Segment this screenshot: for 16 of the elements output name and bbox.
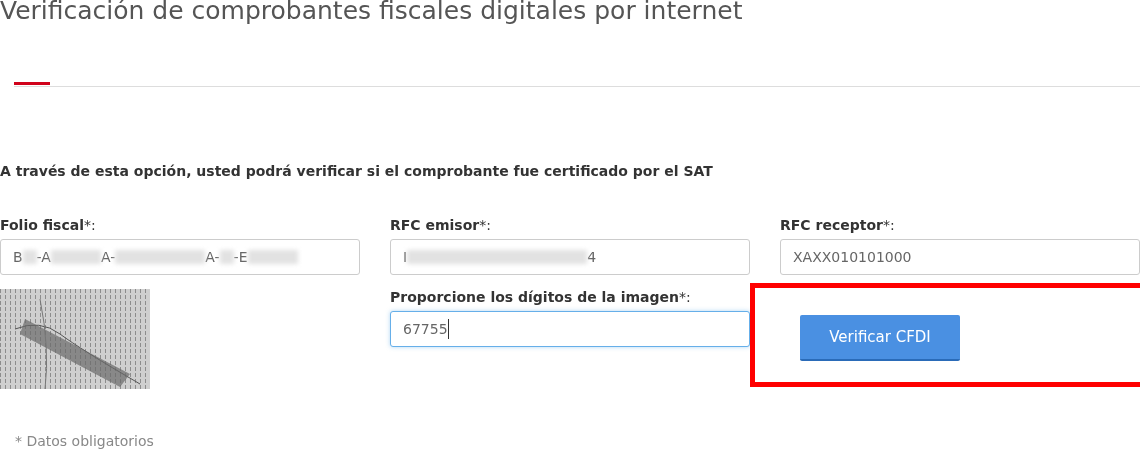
required-note: * Datos obligatorios: [15, 433, 154, 449]
field-label: Proporcione los dígitos de la imagen*:: [390, 289, 692, 305]
verify-button[interactable]: Verificar CFDI: [800, 315, 960, 361]
redacted-blur: [50, 250, 101, 264]
redacted-blur: [247, 250, 298, 264]
redacted-blur: [22, 250, 37, 264]
title-accent: [14, 82, 50, 85]
input-field[interactable]: 67755: [390, 311, 750, 347]
input-field[interactable]: I 4: [390, 239, 750, 275]
intro-text: A través de esta opción, usted podrá verificar si el comprobante fue certificado por el SAT: [0, 163, 714, 179]
field-label: RFC receptor*:: [780, 217, 896, 233]
field-label: RFC emisor*:: [390, 217, 492, 233]
redacted-blur: [219, 250, 234, 264]
input-field[interactable]: XAXX010101000: [780, 239, 1140, 275]
field-label: Folio fiscal*:: [0, 217, 97, 233]
input-field[interactable]: B -A A- A- -E: [0, 239, 360, 275]
